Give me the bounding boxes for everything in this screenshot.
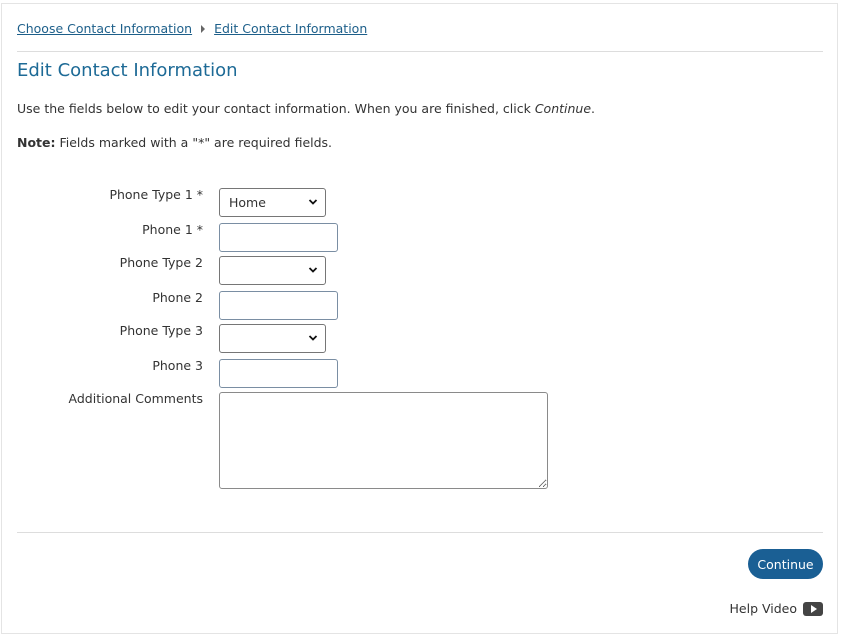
help-video-link[interactable]: Help Video — [729, 601, 823, 616]
breadcrumb-link-choose-contact[interactable]: Choose Contact Information — [17, 21, 192, 36]
phone-1-label: Phone 1 * — [142, 222, 203, 237]
chevron-down-icon — [308, 335, 318, 341]
phone-type-1-select[interactable]: Home — [219, 188, 326, 217]
note-label: Note: — [17, 135, 56, 150]
continue-button[interactable]: Continue — [748, 549, 823, 579]
phone-type-2-label: Phone Type 2 — [119, 255, 203, 270]
page-title: Edit Contact Information — [17, 60, 238, 81]
note-text: Fields marked with a "*" are required fi… — [55, 135, 333, 150]
page-frame — [1, 3, 838, 634]
phone-type-3-label: Phone Type 3 — [119, 323, 203, 338]
top-divider — [17, 51, 823, 52]
bottom-divider — [17, 532, 823, 533]
phone-3-label: Phone 3 — [152, 358, 203, 373]
chevron-down-icon — [308, 199, 318, 205]
additional-comments-textarea[interactable] — [219, 392, 548, 489]
phone-type-1-label: Phone Type 1 * — [109, 187, 203, 202]
phone-type-3-select[interactable] — [219, 324, 326, 353]
phone-2-label: Phone 2 — [152, 290, 203, 305]
breadcrumb: Choose Contact Information Edit Contact … — [17, 21, 367, 36]
breadcrumb-link-edit-contact[interactable]: Edit Contact Information — [214, 21, 367, 36]
required-note: Note: Fields marked with a "*" are requi… — [17, 135, 332, 150]
video-play-icon — [803, 601, 823, 616]
intro-text: Use the fields below to edit your contac… — [17, 101, 596, 116]
additional-comments-label: Additional Comments — [68, 391, 203, 406]
phone-type-2-select[interactable] — [219, 256, 326, 285]
phone-2-input[interactable] — [219, 291, 338, 320]
phone-3-input[interactable] — [219, 359, 338, 388]
caret-right-icon — [201, 24, 206, 33]
phone-type-1-value: Home — [229, 195, 266, 210]
phone-1-input[interactable] — [219, 223, 338, 252]
help-video-label: Help Video — [729, 601, 798, 616]
chevron-down-icon — [308, 267, 318, 273]
intro-emphasis: Continue — [534, 101, 592, 116]
